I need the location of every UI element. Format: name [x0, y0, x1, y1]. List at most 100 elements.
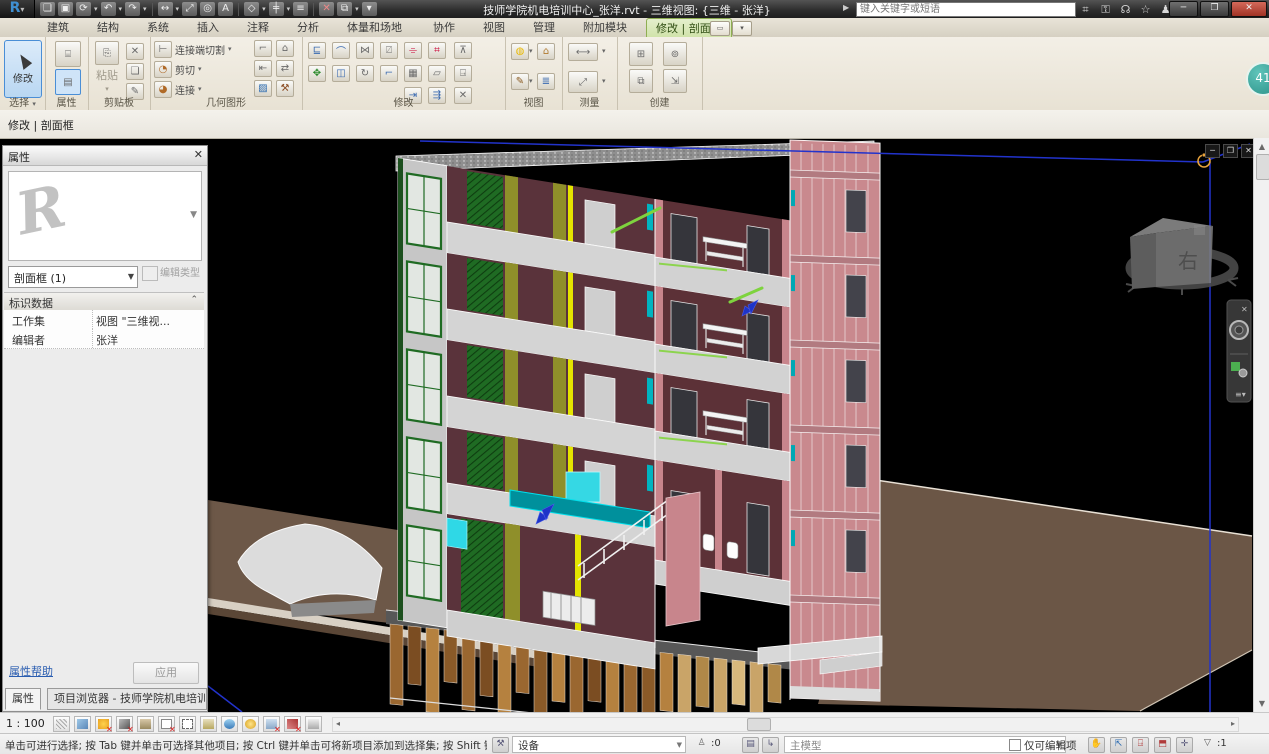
- switch-windows-icon[interactable]: ⧉: [337, 2, 352, 16]
- crop-view-icon[interactable]: ✕: [158, 716, 175, 732]
- viewcube[interactable]: 右: [1126, 218, 1238, 295]
- create-assembly-icon[interactable]: ⊚: [663, 42, 687, 66]
- viewcube-left-face[interactable]: [1130, 233, 1156, 289]
- apply-button[interactable]: 应用: [133, 662, 199, 684]
- beam-cope-icon[interactable]: ⌐: [254, 40, 272, 57]
- tab-annotate[interactable]: 注释: [238, 18, 278, 37]
- favorites-icon[interactable]: ☆: [1138, 2, 1153, 17]
- switch-join-order-icon[interactable]: ⇄: [276, 60, 294, 77]
- family-properties-icon[interactable]: ⌸: [55, 41, 81, 67]
- cut-geometry-button[interactable]: ◔剪切▾: [154, 60, 202, 78]
- reveal-hidden-elements-icon[interactable]: [242, 716, 259, 732]
- open-icon[interactable]: ❏: [40, 2, 55, 16]
- close-button[interactable]: ✕: [1231, 1, 1267, 17]
- editing-requests-count[interactable]: :0: [711, 738, 721, 749]
- temporary-view-properties-icon[interactable]: ✕: [263, 716, 280, 732]
- visual-style-icon[interactable]: [74, 716, 91, 732]
- type-preview[interactable]: R ▼: [8, 171, 202, 261]
- mirror-pick-axis-icon[interactable]: ⋈: [356, 42, 374, 59]
- sync-with-central-icon[interactable]: ⟳: [76, 2, 91, 16]
- tab-collaborate[interactable]: 协作: [424, 18, 464, 37]
- view-restore-icon[interactable]: ❐: [1223, 144, 1238, 158]
- mirror-draw-axis-icon[interactable]: ⍁: [380, 42, 398, 59]
- param-row-workset[interactable]: 工作集 视图 "三维视...: [4, 310, 204, 330]
- default-3d-view-icon[interactable]: ◇: [244, 2, 259, 16]
- ribbon-state-toggle-icon[interactable]: ▭: [710, 21, 730, 36]
- minimize-button[interactable]: ─: [1169, 1, 1198, 17]
- paste-button[interactable]: ⎘ 粘贴▾: [92, 41, 122, 93]
- select-by-face-icon[interactable]: ⬒: [1154, 737, 1171, 753]
- ribbon-state-dropdown-icon[interactable]: ▾: [732, 21, 752, 36]
- close-icon[interactable]: ✕: [194, 148, 203, 161]
- render-gallery-icon[interactable]: ⌂: [537, 43, 555, 60]
- section-cut-left-zone[interactable]: [447, 166, 655, 669]
- split-element-icon[interactable]: ⌯: [404, 42, 422, 59]
- horizontal-scrollbar-thumb[interactable]: [747, 718, 771, 731]
- navigation-bar[interactable]: ✕ ≡▾: [1227, 300, 1251, 402]
- select-underlay-icon[interactable]: ⇱: [1110, 737, 1127, 753]
- selection-count[interactable]: :1: [1217, 738, 1227, 749]
- close-inactive-views-icon[interactable]: ✕: [319, 2, 334, 16]
- unjoin-icon[interactable]: ⇤: [254, 60, 272, 77]
- chevron-down-icon[interactable]: ▼: [128, 272, 134, 281]
- restore-button[interactable]: ❐: [1200, 1, 1229, 17]
- wall-joins-icon[interactable]: ⌂: [276, 40, 294, 57]
- modify-tool-button[interactable]: 修改: [4, 40, 42, 98]
- collapse-icon[interactable]: ⌃: [190, 295, 198, 305]
- terrain-right[interactable]: [818, 478, 1252, 711]
- tab-addins[interactable]: 附加模块: [574, 18, 636, 37]
- editable-only-checkbox[interactable]: [1009, 739, 1021, 751]
- dimension-tool-icon[interactable]: ⤢: [568, 71, 598, 93]
- facade-east-tower[interactable]: [790, 140, 880, 701]
- design-options-dialog-icon[interactable]: ▤: [742, 737, 759, 753]
- cope-button[interactable]: ⊢连接端切割▾: [154, 40, 232, 58]
- active-workset-select[interactable]: 设备▼: [512, 736, 686, 753]
- subscription-center-icon[interactable]: ⚿: [1098, 2, 1113, 17]
- text-icon[interactable]: A: [218, 2, 233, 16]
- temporary-hide-isolate-icon[interactable]: [221, 716, 238, 732]
- rotate-icon[interactable]: ↻: [356, 65, 374, 82]
- aligned-dimension-icon[interactable]: ⤢: [182, 2, 197, 16]
- unlocked-view-icon[interactable]: [200, 716, 217, 732]
- zoom-icon[interactable]: [1231, 362, 1240, 371]
- measure-tool-icon[interactable]: ⟷: [568, 43, 598, 61]
- show-crop-region-icon[interactable]: [179, 716, 196, 732]
- measure-icon[interactable]: ↔: [158, 2, 173, 16]
- tab-massing-site[interactable]: 体量和场地: [338, 18, 411, 37]
- offset-icon[interactable]: ⌒: [332, 42, 350, 59]
- tab-view[interactable]: 视图: [474, 18, 514, 37]
- communication-center-icon[interactable]: ☊: [1118, 2, 1133, 17]
- align-icon[interactable]: ⊑: [308, 42, 326, 59]
- tab-systems[interactable]: 系统: [138, 18, 178, 37]
- create-parts-icon[interactable]: ⧉: [629, 69, 653, 93]
- tab-properties-palette[interactable]: 属性: [5, 688, 41, 710]
- horizontal-scrollbar[interactable]: ◂ ▸: [332, 717, 1239, 732]
- vertical-scrollbar[interactable]: ▲ ▼: [1253, 138, 1269, 712]
- vertical-scrollbar-thumb[interactable]: [1256, 154, 1269, 180]
- editing-requests-icon[interactable]: ♙: [694, 737, 709, 751]
- infocenter-search-input[interactable]: [856, 2, 1076, 17]
- exclude-options-icon[interactable]: ↳: [762, 737, 779, 753]
- select-pinned-icon[interactable]: ⍈: [1132, 737, 1149, 753]
- tab-project-browser[interactable]: 项目浏览器 - 技师学院机电培训...: [47, 688, 207, 710]
- infocenter-expand-icon[interactable]: ▶: [843, 3, 849, 12]
- reveal-constraints-icon[interactable]: [305, 716, 322, 732]
- create-similar-icon[interactable]: ⇲: [663, 69, 687, 93]
- view-minimize-icon[interactable]: ─: [1205, 144, 1220, 158]
- show-rendering-dialog-icon[interactable]: [137, 716, 154, 732]
- pin-icon[interactable]: ⍈: [454, 65, 472, 82]
- unpin-icon[interactable]: ⊼: [454, 42, 472, 59]
- trim-extend-corner-icon[interactable]: ⌐: [380, 65, 398, 82]
- filter-icon[interactable]: ▽: [1200, 737, 1215, 751]
- facade-west[interactable]: [398, 158, 447, 628]
- tab-manage[interactable]: 管理: [524, 18, 564, 37]
- array-icon[interactable]: ▦: [404, 65, 422, 82]
- properties-toggle-icon[interactable]: ▤: [55, 69, 81, 95]
- undo-icon[interactable]: ↶: [101, 2, 116, 16]
- properties-palette-header[interactable]: 属性 ✕: [3, 146, 207, 166]
- panel-select-label[interactable]: 选择 ▾: [0, 94, 45, 109]
- application-menu-button[interactable]: R▾: [0, 0, 35, 18]
- section-icon[interactable]: ╪: [269, 2, 284, 16]
- worksets-icon[interactable]: ⚒: [492, 737, 509, 753]
- chevron-down-icon[interactable]: ▼: [190, 210, 197, 220]
